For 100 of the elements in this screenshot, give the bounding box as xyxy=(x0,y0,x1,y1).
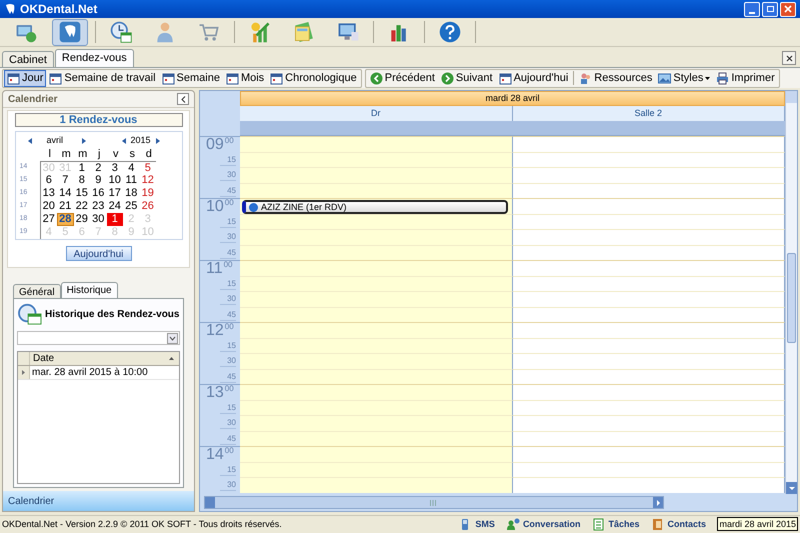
toolbar-button[interactable]: Styles xyxy=(655,70,714,86)
calendar-day[interactable]: 4 xyxy=(123,162,140,174)
status-link[interactable]: Tâches xyxy=(592,518,640,532)
close-button[interactable] xyxy=(780,2,796,16)
calendar-day[interactable]: 18 xyxy=(123,187,140,200)
view-button[interactable]: Semaine de travail xyxy=(46,70,159,86)
calendar-day[interactable]: 20 xyxy=(40,200,57,213)
minute-label: 30 xyxy=(220,232,236,243)
calendar-day[interactable]: 2 xyxy=(90,162,106,174)
calendar-day[interactable]: 21 xyxy=(57,200,74,213)
calendar-icon xyxy=(7,72,20,84)
calendar-day[interactable]: 8 xyxy=(74,174,90,187)
calendar-day[interactable]: 14 xyxy=(57,187,74,200)
calendar-day[interactable]: 6 xyxy=(40,174,57,187)
calendar-day[interactable]: 5 xyxy=(140,162,156,174)
calendar-day[interactable]: 29 xyxy=(74,213,90,226)
right-arrow-icon xyxy=(656,500,660,506)
tab[interactable]: Rendez-vous xyxy=(54,49,134,67)
calendar-day[interactable]: 24 xyxy=(106,200,123,213)
calendar-day[interactable]: 17 xyxy=(106,187,123,200)
calendar-day[interactable]: 7 xyxy=(57,174,74,187)
calendar-day[interactable]: 1 xyxy=(74,162,90,174)
calendar-icon xyxy=(226,72,239,84)
calendar-icon xyxy=(49,72,62,84)
status-link[interactable]: SMS xyxy=(459,518,495,532)
vertical-scrollbar[interactable] xyxy=(785,91,797,494)
calendar-day[interactable]: 19 xyxy=(140,187,156,200)
minute-label: 45 xyxy=(220,310,236,320)
weekday-label: m xyxy=(60,146,72,162)
status-text: OKDental.Net - Version 2.2.9 © 2011 OK SOFT - Tous droits réservés. xyxy=(2,518,282,531)
month-label: avril xyxy=(46,134,64,147)
next-year-icon[interactable] xyxy=(156,138,160,144)
scroll-down-button[interactable] xyxy=(786,482,797,494)
restore-button[interactable] xyxy=(762,2,778,16)
tab[interactable]: Historique xyxy=(60,282,118,298)
calendar-day[interactable]: 3 xyxy=(106,162,123,174)
collapse-button[interactable] xyxy=(177,93,189,105)
toolbar-button[interactable]: Ressources xyxy=(576,70,656,86)
close-icon xyxy=(786,54,792,62)
toolbar-button[interactable]: Précédent xyxy=(366,70,438,86)
view-button[interactable]: Mois xyxy=(222,70,268,86)
today-button[interactable]: Aujourd'hui xyxy=(66,246,132,261)
calendar-day[interactable]: 27 xyxy=(40,213,57,226)
people-icon xyxy=(579,72,592,84)
calendar-day[interactable]: 23 xyxy=(90,200,106,213)
minute-label: 30 xyxy=(220,294,236,305)
previous-month-icon[interactable] xyxy=(28,138,32,144)
calendar-day[interactable]: 30 xyxy=(90,213,106,226)
people-icon xyxy=(506,518,520,531)
calendar-day[interactable]: 9 xyxy=(90,174,106,187)
minute-label: 45 xyxy=(220,372,236,382)
calendar-day[interactable]: 13 xyxy=(40,187,57,200)
dropdown-caret-icon xyxy=(705,76,710,80)
calendar-day[interactable]: 16 xyxy=(90,187,106,200)
minute-label: 45 xyxy=(220,186,236,196)
minute-label: 15 xyxy=(220,216,236,228)
calendar-day[interactable]: 15 xyxy=(74,187,90,200)
image-icon xyxy=(658,72,672,84)
calendar-day[interactable]: 28 xyxy=(57,213,74,226)
date-header: mardi 28 avril xyxy=(240,91,785,106)
toolbar-button[interactable]: Imprimer xyxy=(713,70,778,86)
calendar-day[interactable]: 22 xyxy=(74,200,90,213)
close-tab-button[interactable] xyxy=(782,51,796,65)
calendar-day[interactable]: 25 xyxy=(123,200,140,213)
appointment[interactable]: AZIZ ZINE (1er RDV) xyxy=(242,200,508,214)
clock-calendar-icon xyxy=(17,303,43,325)
minute-label: 15 xyxy=(220,340,236,352)
calendar-day[interactable]: 1 xyxy=(106,213,123,226)
previous-year-icon[interactable] xyxy=(122,138,126,144)
status-link[interactable]: Contacts xyxy=(651,518,706,532)
navigation-bar-item[interactable]: Calendrier xyxy=(3,491,194,511)
clock-calendar-icon xyxy=(109,20,133,44)
view-button[interactable]: Chronologique xyxy=(267,70,360,86)
year-label: 2015 xyxy=(130,134,151,147)
calendar-day[interactable]: 26 xyxy=(140,200,156,213)
minute-label: 30 xyxy=(220,418,236,429)
dropdown[interactable] xyxy=(17,331,180,345)
status-link[interactable]: Conversation xyxy=(506,518,580,532)
minute-label: 15 xyxy=(220,464,236,476)
view-button[interactable]: Jour xyxy=(4,70,46,86)
toolbar-button[interactable]: Aujourd'hui xyxy=(496,70,572,86)
dropdown-caret-icon xyxy=(167,332,178,344)
minute-label: 30 xyxy=(220,356,236,367)
tab[interactable]: Général xyxy=(13,284,61,298)
help-icon xyxy=(438,20,462,44)
window-title: OKDental.Net xyxy=(20,1,98,18)
tab[interactable]: Cabinet xyxy=(2,51,54,67)
scroll-thumb[interactable] xyxy=(787,253,796,343)
calendar-day[interactable]: 11 xyxy=(123,174,140,187)
view-button[interactable]: Semaine xyxy=(158,70,223,86)
tooth-icon xyxy=(58,20,82,44)
minute-label: 45 xyxy=(220,434,236,444)
minute-label: 30 xyxy=(220,170,236,181)
calendar-day[interactable]: 12 xyxy=(140,174,156,187)
toolbar-button[interactable] xyxy=(52,18,88,46)
toolbar-button[interactable]: Suivant xyxy=(438,70,496,86)
minimize-button[interactable] xyxy=(744,2,760,16)
next-month-icon[interactable] xyxy=(82,138,86,144)
calendar-day[interactable]: 10 xyxy=(106,174,123,187)
horizontal-scrollbar[interactable] xyxy=(204,496,664,509)
